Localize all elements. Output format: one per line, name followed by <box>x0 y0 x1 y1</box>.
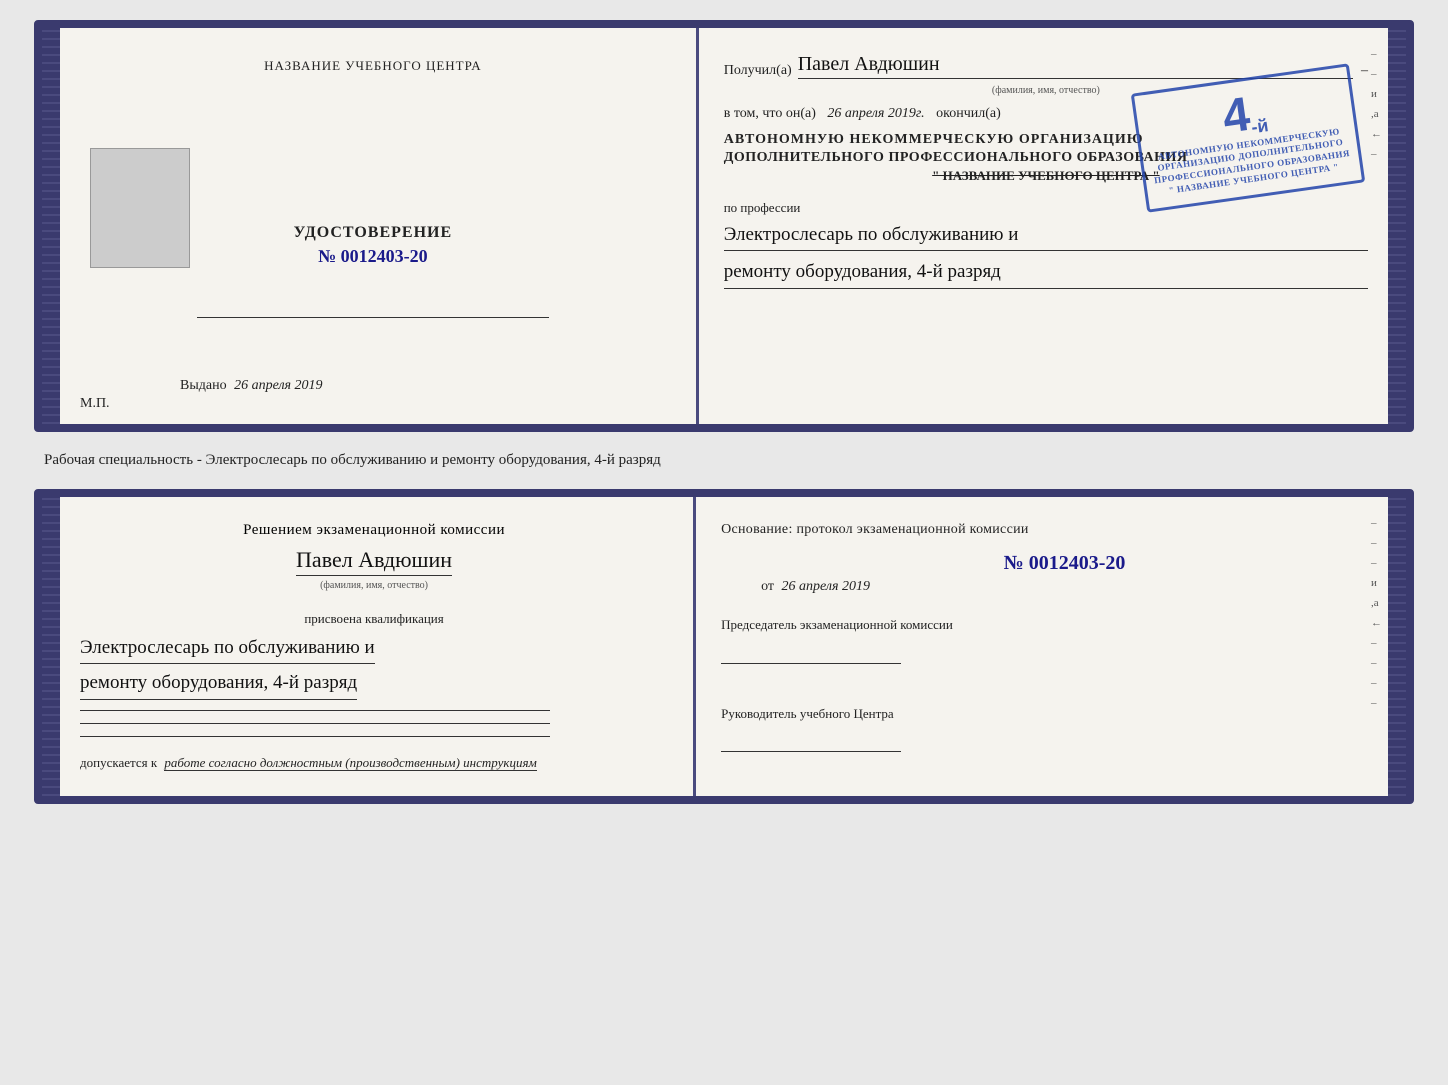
mp-label: М.П. <box>80 396 110 412</box>
profession-line1: Электрослесарь по обслуживанию и <box>724 220 1368 251</box>
chair-label: Председатель экзаменационной комиссии <box>721 615 1368 664</box>
top-right-page: 4 -й АВТОНОМНУЮ НЕКОММЕРЧЕСКУЮ ОРГАНИЗАЦ… <box>699 28 1388 424</box>
stamp-suffix: -й <box>1250 115 1270 138</box>
chair-title-text: Председатель экзаменационной комиссии <box>721 615 1368 635</box>
bottom-document: Решением экзаменационной комиссии Павел … <box>34 489 1414 804</box>
bottom-left-page: Решением экзаменационной комиссии Павел … <box>60 497 696 796</box>
prisvoena: присвоена квалификация <box>304 611 443 627</box>
okonchil: окончил(а) <box>936 106 1001 121</box>
sig-line-2 <box>80 723 550 724</box>
vtom-prefix: в том, что он(а) <box>724 106 816 121</box>
qual-line2: ремонту оборудования, 4-й разряд <box>80 668 357 699</box>
rukov-sig-line <box>721 751 901 752</box>
stamp-grade: 4 <box>1220 90 1253 141</box>
qual-line1: Электрослесарь по обслуживанию и <box>80 633 375 664</box>
ot-prefix: от <box>761 579 774 594</box>
center-title: НАЗВАНИЕ УЧЕБНОГО ЦЕНТРА <box>264 58 481 74</box>
bottom-right-spine <box>1388 497 1406 796</box>
top-document: НАЗВАНИЕ УЧЕБНОГО ЦЕНТРА УДОСТОВЕРЕНИЕ №… <box>34 20 1414 432</box>
side-marks: – – и ,а ← – <box>1371 48 1382 160</box>
proto-date-val: 26 апреля 2019 <box>782 579 870 594</box>
middle-text: Рабочая специальность - Электрослесарь п… <box>34 450 1414 471</box>
issued-date: 26 апреля 2019 <box>234 378 322 393</box>
sig-line-3 <box>80 736 550 737</box>
issued-prefix: Выдано <box>180 378 227 393</box>
cert-label: УДОСТОВЕРЕНИЕ <box>294 224 453 242</box>
left-spine <box>42 28 60 424</box>
po-professii: по профессии <box>724 200 1368 216</box>
bottom-right-page: Основание: протокол экзаменационной коми… <box>696 497 1388 796</box>
vtom-date: 26 апреля 2019г. <box>827 106 924 121</box>
cert-number: № 0012403-20 <box>294 246 453 267</box>
proto-number: № 0012403-20 <box>761 552 1368 575</box>
dopusk-text: работе согласно должностным (производств… <box>164 755 536 771</box>
middle-text-content: Рабочая специальность - Электрослесарь п… <box>44 452 661 468</box>
bottom-left-spine <box>42 497 60 796</box>
bottom-side-marks: – – – и ,а ← – – – – <box>1371 517 1382 709</box>
dash1: – <box>1361 63 1368 79</box>
issued-line: Выдано 26 апреля 2019 <box>180 378 323 394</box>
rukov-label: Руководитель учебного Центра <box>721 704 1368 753</box>
top-left-page: НАЗВАНИЕ УЧЕБНОГО ЦЕНТРА УДОСТОВЕРЕНИЕ №… <box>60 28 699 424</box>
osnov-label: Основание: протокол экзаменационной коми… <box>721 522 1368 538</box>
dopuskaetsya-line: допускается к работе согласно должностны… <box>80 755 537 771</box>
received-prefix: Получил(а) <box>724 63 792 79</box>
profession-line2: ремонту оборудования, 4-й разряд <box>724 257 1368 288</box>
proto-date: от 26 апреля 2019 <box>761 579 1368 595</box>
dopuskaetsya-prefix: допускается к <box>80 755 157 770</box>
rukov-title-text: Руководитель учебного Центра <box>721 704 1368 724</box>
fio-label-bottom: (фамилия, имя, отчество) <box>320 580 428 591</box>
right-spine <box>1388 28 1406 424</box>
chair-sig-line <box>721 663 901 664</box>
commission-title: Решением экзаменационной комиссии <box>80 522 668 539</box>
person-name: Павел Авдюшин <box>296 547 452 576</box>
photo-placeholder <box>90 148 190 268</box>
sig-line-1 <box>80 710 550 711</box>
